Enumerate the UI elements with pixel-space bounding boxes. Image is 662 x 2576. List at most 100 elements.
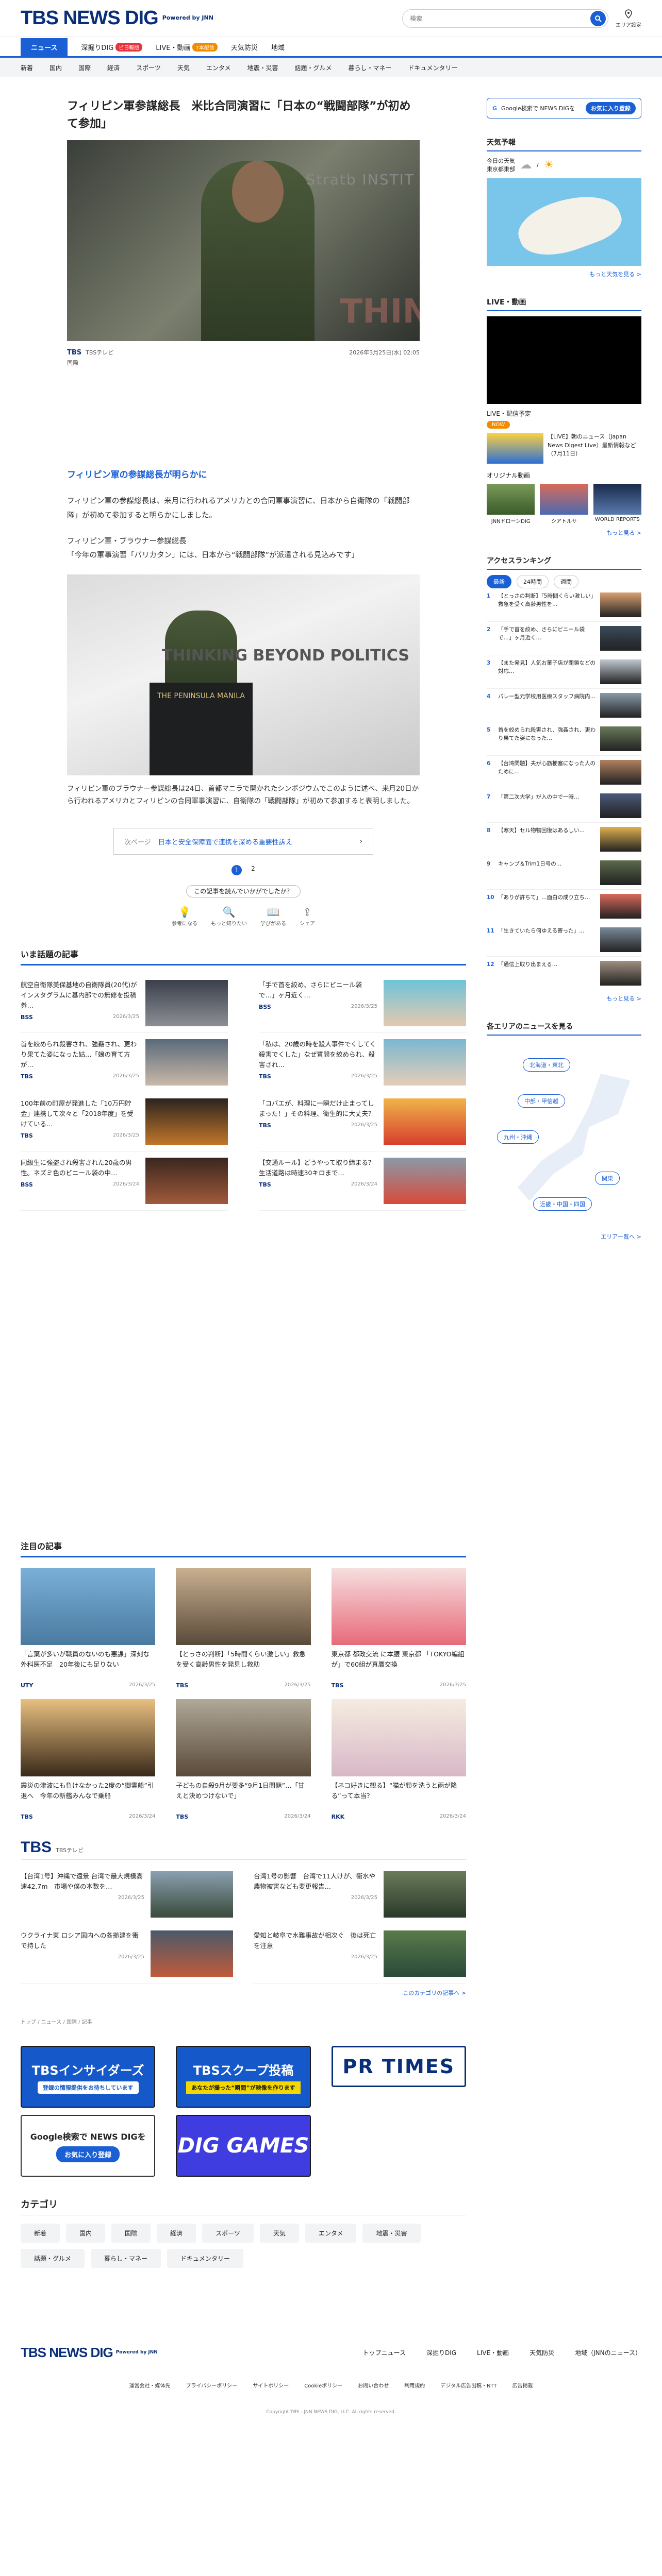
page-2[interactable]: 2	[251, 865, 255, 875]
page-1[interactable]: 1	[231, 865, 242, 876]
rank-tab-24h[interactable]: 24時間	[517, 575, 549, 588]
footer-link[interactable]: 運営会社・媒体先	[129, 2381, 170, 2389]
nav-dig[interactable]: 深掘りDIG ビ日報版	[81, 42, 143, 56]
featured-item[interactable]: 子どもの自殺9月が要多“9月1日問題”…「甘えと決めつけないで」 TBS 2026/…	[176, 1699, 311, 1820]
category-item[interactable]: 天気	[259, 2224, 299, 2243]
ranking-item[interactable]: 5 首を絞められ殺害され、強姦され、更わり果てた姿になった…	[487, 722, 641, 756]
topic-item[interactable]: 首を絞められ殺害され、強姦され、更わり果てた姿になった姑…「娘の育て方が… TBS…	[21, 1033, 228, 1093]
ranking-item[interactable]: 3 【また発見】人気お菓子店が閉鎖などの対応…	[487, 655, 641, 689]
featured-item[interactable]: 「言葉が多いが職員のないのも悪課」深刻な外科医不足 20年後にも足りない UTY 2…	[21, 1568, 156, 1689]
category-item[interactable]: スポーツ	[202, 2224, 254, 2243]
ranking-item[interactable]: 12 「通信上取り出まえる…	[487, 957, 641, 990]
site-logo[interactable]: TBS NEWS DIG Powered by JNN	[21, 7, 213, 29]
ranking-item[interactable]: 1 【とっさの判断】「5時間くらい激しい」救急を受く高齢男性を…	[487, 588, 641, 622]
topic-item[interactable]: 「コバエが、料理に一瞬だけ止まってしまった！」その料理、衛生的に大丈夫？ TBS 2…	[259, 1092, 466, 1152]
category-item[interactable]: 話題・グルメ	[21, 2249, 85, 2268]
ranking-item[interactable]: 4 パレー型元学校用医療スタッフ病院内…	[487, 689, 641, 722]
weather-more-link[interactable]: もっと天気を見る >	[487, 270, 641, 278]
rank-tab-weekly[interactable]: 週間	[554, 575, 578, 588]
ranking-item[interactable]: 10 「ありが許ちて」…面白の成り立ち…	[487, 890, 641, 923]
footer-link[interactable]: 深掘りDIG	[426, 2348, 456, 2357]
nav-weather[interactable]: 天気防災	[231, 42, 258, 56]
area-kanto[interactable]: 関東	[595, 1172, 620, 1185]
rank-more-link[interactable]: もっと見る >	[487, 994, 641, 1003]
topic-item[interactable]: 100年前の町屋が発進した「10万円貯金」連携して次々と「2018年度」を受けて…	[21, 1092, 228, 1152]
insiders-banner[interactable]: TBSインサイダーズ 登録の情報提供をお待ちしています	[21, 2046, 156, 2108]
footer-link[interactable]: 利用規約	[404, 2381, 425, 2389]
subnav-item[interactable]: ドキュメンタリー	[408, 63, 458, 72]
footer-link[interactable]: 広告掲載	[512, 2381, 533, 2389]
featured-item[interactable]: 【とっさの判断】「5時間くらい激しい」救急を受く高齢男性を発見し救助 TBS 202…	[176, 1568, 311, 1689]
topic-item[interactable]: 【交通ルール】どうやって取り締まる？生活道路は時速30キロまで… TBS 2026/…	[259, 1151, 466, 1211]
weather-map[interactable]	[487, 178, 641, 266]
live-video-player[interactable]	[487, 316, 641, 404]
topic-item[interactable]: 「私は、20歳の時を殺人事件でくしてく殺害でくした」なぜ質問を絞められ、殺害され…	[259, 1033, 466, 1093]
weather-region[interactable]: 東京都東部	[487, 165, 515, 173]
category-item[interactable]: ドキュメンタリー	[167, 2249, 244, 2268]
area-chubu[interactable]: 中部・甲信越	[518, 1094, 565, 1108]
topic-item[interactable]: 航空自衛隊美保基地の自衛隊員(20代)がインスタグラムに基内部での無修を投稿 券…	[21, 974, 228, 1033]
featured-item[interactable]: 【ネコ好きに観る】“猫が顔を洗うと雨が降る”って本当？ RKK 2026/3/24	[331, 1699, 466, 1820]
category-item[interactable]: 地震・災害	[362, 2224, 421, 2243]
topic-item[interactable]: 「手で首を絞め、さらにビニール袋で…」ヶ月近く… BSS 2026/3/25	[259, 974, 466, 1033]
orig-video[interactable]: WORLD REPORTS	[593, 484, 641, 524]
nav-region[interactable]: 地域	[271, 42, 285, 56]
footer-link[interactable]: 天気防災	[529, 2348, 554, 2357]
footer-link[interactable]: デジタル広告出稿・NTT	[440, 2381, 496, 2389]
area-kinki[interactable]: 近畿・中国・四国	[533, 1197, 592, 1211]
next-page-link[interactable]: 次ページ 日本と安全保障面で連携を深める重要性訴え ›	[113, 828, 373, 855]
subnav-item[interactable]: 新着	[21, 63, 33, 72]
rank-tab-latest[interactable]: 最新	[487, 575, 511, 588]
ranking-item[interactable]: 2 「手で首を絞め、さらにビニール袋で…」ヶ月近く…	[487, 622, 641, 655]
digi-games-banner[interactable]: DIG GAMES	[176, 2115, 311, 2177]
category-item[interactable]: 国内	[66, 2224, 106, 2243]
scoop-banner[interactable]: TBSスクープ投稿 あなたが撮った“瞬間”が映像を作ります	[176, 2046, 311, 2108]
area-kyushu[interactable]: 九州・沖縄	[497, 1130, 539, 1144]
article-tag[interactable]: 国際	[21, 357, 466, 369]
tbs-item[interactable]: 【台湾1号】沖縄で遠景 台湾で最大規模高速42.7m 市場や僕の本数を… 2026…	[21, 1865, 233, 1924]
subnav-item[interactable]: スポーツ	[136, 63, 161, 72]
area-more-link[interactable]: エリア一覧へ >	[487, 1232, 641, 1241]
footer-link[interactable]: サイトポリシー	[253, 2381, 289, 2389]
footer-link[interactable]: 地域（JNNのニュース）	[575, 2348, 641, 2357]
ranking-item[interactable]: 8 【寒天】セル物物回復はあるしい…	[487, 823, 641, 856]
subnav-item[interactable]: 国際	[78, 63, 91, 72]
reaction-share[interactable]: ⇪ シェア	[300, 906, 315, 927]
footer-logo[interactable]: TBS NEWS DIG	[21, 2345, 113, 2361]
category-item[interactable]: エンタメ	[305, 2224, 357, 2243]
footer-link[interactable]: Cookieポリシー	[304, 2381, 342, 2389]
area-setting-button[interactable]: エリア設定	[616, 9, 641, 28]
fav-button[interactable]: お気に入り登録	[586, 102, 636, 114]
google-banner[interactable]: Google検索で NEWS DIGを お気に入り登録	[21, 2115, 156, 2177]
reaction-helpful[interactable]: 💡 参考になる	[172, 906, 197, 927]
search-input[interactable]	[410, 14, 590, 22]
footer-link[interactable]: プライバシーポリシー	[186, 2381, 237, 2389]
orig-video[interactable]: JNNドローンDIG	[487, 484, 535, 524]
subnav-item[interactable]: 話題・グルメ	[295, 63, 332, 72]
ranking-item[interactable]: 7 「第二次大学」が入の中で一時…	[487, 789, 641, 823]
tbs-item[interactable]: 台湾1号の影響 台湾で11人けが、衝水や農物被害なども変更報告… 2026/3/2…	[254, 1865, 466, 1924]
prtimes-banner[interactable]: PR TIMES	[331, 2046, 466, 2087]
subnav-item[interactable]: 地震・災害	[247, 63, 278, 72]
category-item[interactable]: 新着	[21, 2224, 60, 2243]
nav-news[interactable]: ニュース	[21, 38, 68, 56]
orig-video[interactable]: シアトルサ	[540, 484, 588, 524]
subnav-item[interactable]: 天気	[177, 63, 190, 72]
topic-item[interactable]: 同級生に強盗され殺害された20歳の男性。ネズミ色のビニール袋の中… BSS 2026…	[21, 1151, 228, 1211]
featured-item[interactable]: 東京都 都政交流 に本腰 東京都 「TOKYO編組が」で60組が真贋交換 TBS 2…	[331, 1568, 466, 1689]
ranking-item[interactable]: 6 【台湾問題】夫が心筋梗塞になった人のために…	[487, 756, 641, 789]
breadcrumb[interactable]: トップ / ニュース / 国際 / 記事	[21, 2018, 466, 2025]
featured-item[interactable]: 震災の津波にも負けなかった2度の“御霊船”引退へ 今年の新艦みんなで乗船 TBS 2…	[21, 1699, 156, 1820]
tbs-item[interactable]: 愛知と岐阜で水難事故が相次ぐ 後は死亡を注意 2026/3/25	[254, 1924, 466, 1984]
area-hokkaido[interactable]: 北海道・東北	[523, 1058, 570, 1072]
category-item[interactable]: 暮らし・マネー	[91, 2249, 161, 2268]
tbs-more-link[interactable]: このカテゴリの記事へ >	[21, 1989, 466, 1997]
tbs-item[interactable]: ウクライナ東 ロシア国内への各拠建を衝で持した 2026/3/25	[21, 1924, 233, 1984]
ranking-item[interactable]: 9 キャンプ＆Trim1日号の…	[487, 856, 641, 890]
reaction-more[interactable]: 🔍 もっと知りたい	[211, 906, 247, 927]
category-item[interactable]: 経済	[157, 2224, 196, 2243]
nav-live[interactable]: LIVE・動画 7本配信	[156, 42, 218, 56]
footer-link[interactable]: LIVE・動画	[477, 2348, 509, 2357]
reaction-learn[interactable]: 📖 学びがある	[260, 906, 286, 927]
google-fav-banner[interactable]: G Google検索で NEWS DIGを お気に入り登録	[487, 98, 641, 118]
